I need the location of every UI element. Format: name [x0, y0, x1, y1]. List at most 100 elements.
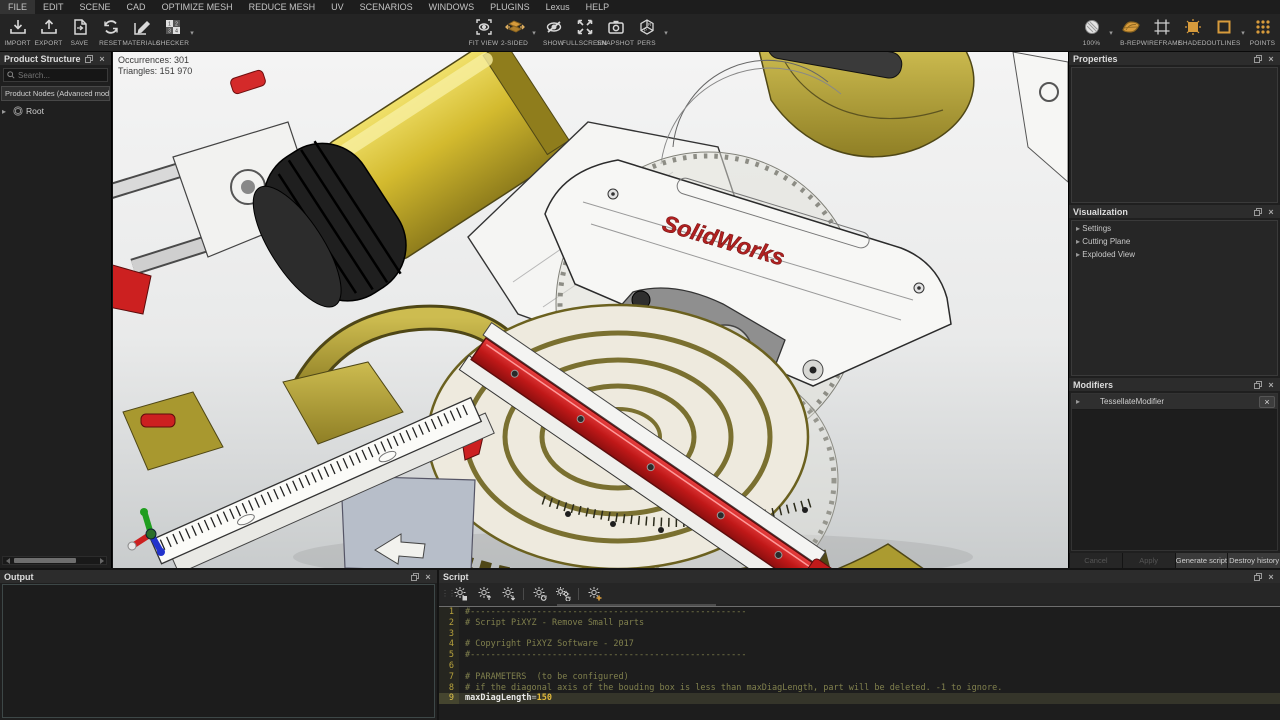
node-cube-icon: [13, 106, 23, 116]
menu-help[interactable]: HELP: [578, 0, 618, 14]
cancel-button[interactable]: Cancel: [1069, 553, 1122, 568]
code-line: 4# Copyright PiXYZ Software - 2017: [439, 639, 1280, 650]
export-button[interactable]: EXPORT: [33, 14, 64, 52]
search-input[interactable]: [18, 71, 104, 80]
shaded-button[interactable]: SHADED: [1177, 14, 1208, 52]
import-script-button[interactable]: [497, 585, 519, 603]
popout-icon[interactable]: [1253, 572, 1263, 582]
fit-view-icon: [475, 17, 493, 37]
viz-cutting-plane-item[interactable]: ▸ Cutting Plane: [1072, 235, 1277, 248]
render-quality-button[interactable]: 100%: [1076, 14, 1107, 52]
search-box[interactable]: [3, 68, 108, 82]
gear-down-icon: [501, 586, 516, 601]
properties-title: Properties: [1073, 54, 1118, 64]
expand-arrow-icon[interactable]: ▸: [2, 107, 10, 116]
scroll-right-arrow[interactable]: [97, 557, 106, 564]
points-button[interactable]: POINTS: [1247, 14, 1278, 52]
properties-content: [1071, 67, 1278, 203]
visualization-content: ▸ Settings ▸ Cutting Plane ▸ Exploded Vi…: [1071, 220, 1278, 376]
expand-arrow-icon: ▸: [1076, 224, 1080, 233]
remove-modifier-button[interactable]: ×: [1259, 396, 1275, 408]
popout-icon[interactable]: [1253, 207, 1263, 217]
gear-plus-icon: [587, 586, 602, 601]
close-icon[interactable]: ×: [1266, 572, 1276, 582]
close-icon[interactable]: ×: [97, 54, 107, 64]
save-button[interactable]: SAVE: [64, 14, 95, 52]
close-icon[interactable]: ×: [1266, 207, 1276, 217]
3d-viewport[interactable]: Occurrences: 301 Triangles: 151 970: [113, 52, 1068, 568]
menu-edit[interactable]: EDIT: [35, 0, 72, 14]
product-structure-panel: Product Structure × Product Nodes (Advan…: [0, 52, 112, 568]
drag-handle[interactable]: ⋮⋮: [441, 592, 447, 596]
product-structure-title: Product Structure: [4, 54, 81, 64]
fit-view-button[interactable]: FIT VIEW: [468, 14, 499, 52]
destroy-history-button[interactable]: Destroy history: [1227, 553, 1280, 568]
perspective-cube-icon: PR: [638, 17, 656, 37]
close-icon[interactable]: ×: [1266, 54, 1276, 64]
close-icon[interactable]: ×: [423, 572, 433, 582]
horizontal-scrollbar[interactable]: [2, 556, 107, 565]
menu-cad[interactable]: CAD: [119, 0, 154, 14]
script-editor[interactable]: 1#--------------------------------------…: [439, 606, 1280, 720]
script-title: Script: [443, 572, 469, 582]
outlines-button[interactable]: OUTLINES: [1208, 14, 1239, 52]
wireframe-icon: [1153, 17, 1171, 37]
two-sided-dropdown-caret[interactable]: ▾: [530, 14, 538, 52]
popout-icon[interactable]: [1253, 54, 1263, 64]
menu-uv[interactable]: UV: [323, 0, 352, 14]
apply-button[interactable]: Apply: [1122, 553, 1175, 568]
materials-button[interactable]: MATERIALS: [126, 14, 157, 52]
gear-up-icon: [477, 586, 492, 601]
outlines-dropdown-caret[interactable]: ▾: [1239, 14, 1247, 52]
code-line: 7# PARAMETERS (to be configured): [439, 672, 1280, 683]
menu-file[interactable]: FILE: [0, 0, 35, 14]
run-all-scripts-button[interactable]: [552, 585, 574, 603]
fullscreen-button[interactable]: FULLSCREEN: [569, 14, 600, 52]
popout-icon[interactable]: [1253, 380, 1263, 390]
perspective-dropdown-caret[interactable]: ▾: [662, 14, 670, 52]
scroll-left-arrow[interactable]: [3, 557, 12, 564]
generate-script-button[interactable]: Generate script: [1175, 553, 1228, 568]
popout-icon[interactable]: [410, 572, 420, 582]
wireframe-button[interactable]: WIREFRAME: [1146, 14, 1177, 52]
gears-run-icon: [555, 586, 571, 601]
menu-scenarios[interactable]: SCENARIOS: [352, 0, 421, 14]
expand-arrow-icon[interactable]: ▸: [1076, 397, 1084, 406]
svg-text:3: 3: [168, 29, 171, 35]
menu-windows[interactable]: WINDOWS: [421, 0, 483, 14]
checker-dropdown-caret[interactable]: ▾: [188, 14, 196, 52]
open-script-button[interactable]: [473, 585, 495, 603]
output-console[interactable]: [2, 584, 435, 718]
tessellate-modifier-row[interactable]: ▸ TessellateModifier ×: [1072, 394, 1277, 410]
brep-surface-icon: [1121, 17, 1141, 37]
code-line: 6: [439, 661, 1280, 672]
menu-plugins[interactable]: PLUGINS: [482, 0, 538, 14]
code-line-current: 9maxDiagLength=150: [439, 693, 1280, 704]
import-button[interactable]: IMPORT: [2, 14, 33, 52]
two-sided-button[interactable]: 2-SIDED: [499, 14, 530, 52]
reset-button[interactable]: RESET: [95, 14, 126, 52]
expand-arrow-icon: ▸: [1076, 250, 1080, 259]
new-script-button[interactable]: [583, 585, 605, 603]
right-panel: Properties × Visualization × ▸ Settings …: [1068, 52, 1280, 568]
menu-reduce-mesh[interactable]: REDUCE MESH: [241, 0, 324, 14]
menu-bar: FILE EDIT SCENE CAD OPTIMIZE MESH REDUCE…: [0, 0, 1280, 14]
checker-button[interactable]: 1234 CHECKER: [157, 14, 188, 52]
save-script-button[interactable]: [449, 585, 471, 603]
points-icon: [1254, 17, 1272, 37]
popout-icon[interactable]: [84, 54, 94, 64]
render-quality-caret[interactable]: ▾: [1107, 14, 1115, 52]
script-toolbar: ⋮⋮: [439, 583, 1280, 604]
viz-exploded-view-item[interactable]: ▸ Exploded View: [1072, 248, 1277, 261]
snapshot-button[interactable]: SNAPSHOT: [600, 14, 631, 52]
scrollbar-thumb[interactable]: [14, 558, 76, 563]
perspective-button[interactable]: PR PERS: [631, 14, 662, 52]
script-header: Script ×: [439, 570, 1280, 583]
menu-scene[interactable]: SCENE: [72, 0, 119, 14]
menu-lexus[interactable]: Lexus: [538, 0, 578, 14]
close-icon[interactable]: ×: [1266, 380, 1276, 390]
viz-settings-item[interactable]: ▸ Settings: [1072, 222, 1277, 235]
run-script-button[interactable]: [528, 585, 550, 603]
tree-node-root[interactable]: ▸ Root: [0, 103, 111, 119]
menu-optimize-mesh[interactable]: OPTIMIZE MESH: [154, 0, 241, 14]
